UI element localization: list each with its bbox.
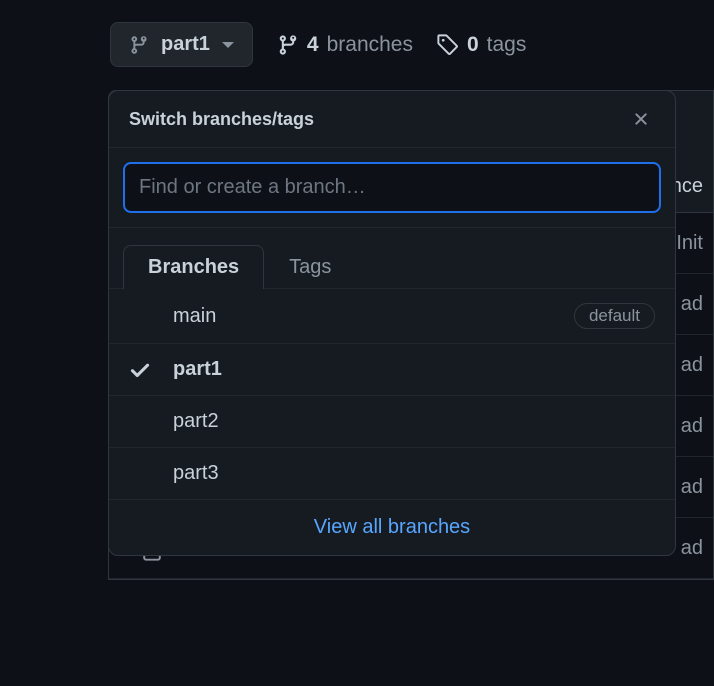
tab-branches[interactable]: Branches xyxy=(123,245,264,289)
search-wrap xyxy=(109,148,675,228)
commit-partial: ad xyxy=(681,537,703,560)
branch-icon xyxy=(129,35,149,55)
close-button[interactable] xyxy=(627,105,655,133)
branch-name: main xyxy=(173,305,574,328)
branch-search-input[interactable] xyxy=(123,162,661,213)
branches-label: branches xyxy=(327,33,413,57)
tags-label: tags xyxy=(487,33,527,57)
check-slot xyxy=(129,359,173,381)
tags-count: 0 xyxy=(467,33,479,57)
view-all-branches-link[interactable]: View all branches xyxy=(109,500,675,555)
branch-item-part2[interactable]: part2 xyxy=(109,396,675,448)
tag-icon xyxy=(437,34,459,56)
branches-count: 4 xyxy=(307,33,319,57)
tab-tags[interactable]: Tags xyxy=(264,245,356,289)
chevron-down-icon xyxy=(222,42,234,48)
current-branch-label: part1 xyxy=(161,33,210,56)
branches-link[interactable]: 4 branches xyxy=(277,33,413,57)
tags-link[interactable]: 0 tags xyxy=(437,33,526,57)
default-badge: default xyxy=(574,303,655,329)
branch-name: part2 xyxy=(173,410,655,433)
popover-title: Switch branches/tags xyxy=(129,109,314,130)
popover-tabs: Branches Tags xyxy=(109,228,675,289)
branch-item-main[interactable]: main default xyxy=(109,289,675,344)
branch-name: part3 xyxy=(173,462,655,485)
popover-header: Switch branches/tags xyxy=(109,91,675,148)
close-icon xyxy=(631,109,651,129)
repo-top-bar: part1 4 branches 0 tags xyxy=(110,22,526,67)
branch-item-part1[interactable]: part1 xyxy=(109,344,675,396)
branch-select-button[interactable]: part1 xyxy=(110,22,253,67)
branch-icon xyxy=(277,34,299,56)
branch-item-part3[interactable]: part3 xyxy=(109,448,675,500)
branch-name: part1 xyxy=(173,358,655,381)
branch-switcher-popover: Switch branches/tags Branches Tags main … xyxy=(108,90,676,556)
branch-list: main default part1 part2 part3 xyxy=(109,289,675,500)
check-icon xyxy=(129,359,151,381)
